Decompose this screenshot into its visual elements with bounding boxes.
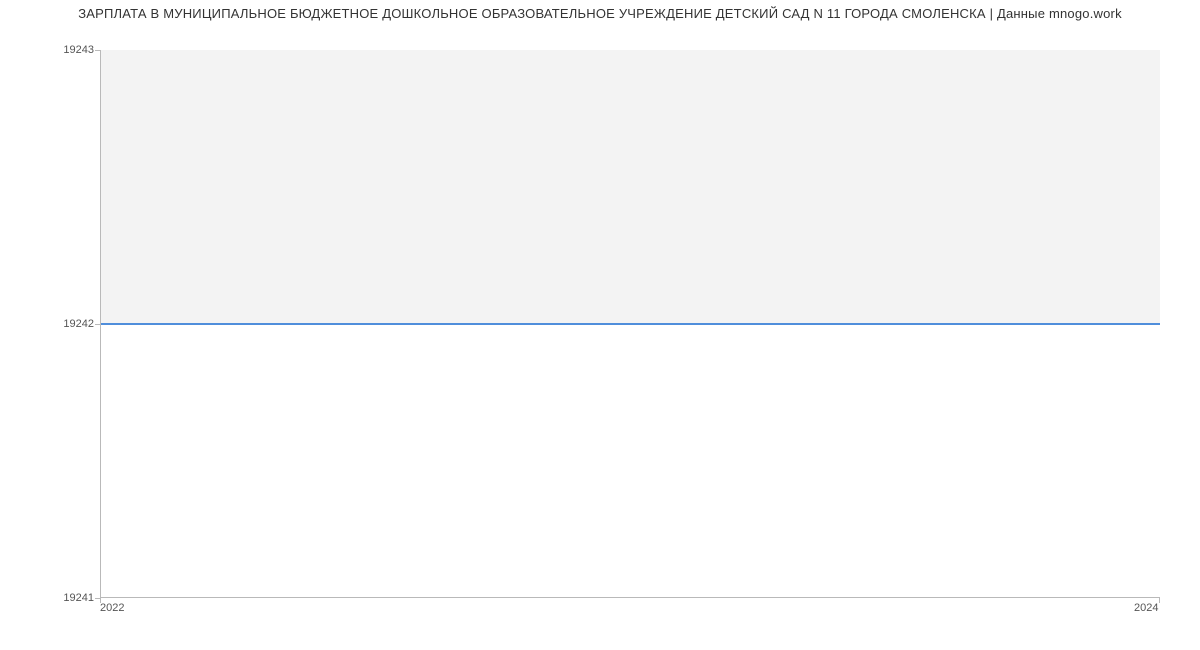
y-tick-label: 19243 (4, 44, 94, 56)
plot-fill-upper (101, 50, 1160, 324)
x-tick-mark (1159, 598, 1160, 603)
plot-area (100, 50, 1160, 598)
x-tick-label: 2024 (1134, 602, 1158, 614)
series-line (101, 323, 1160, 325)
salary-chart: ЗАРПЛАТА В МУНИЦИПАЛЬНОЕ БЮДЖЕТНОЕ ДОШКО… (0, 0, 1200, 650)
y-tick-label: 19241 (4, 592, 94, 604)
chart-title: ЗАРПЛАТА В МУНИЦИПАЛЬНОЕ БЮДЖЕТНОЕ ДОШКО… (0, 6, 1200, 21)
y-tick-label: 19242 (4, 318, 94, 330)
x-tick-label: 2022 (100, 602, 124, 614)
